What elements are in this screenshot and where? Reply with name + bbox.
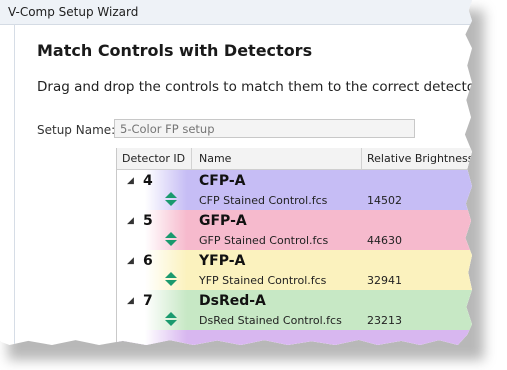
relative-brightness-value: 23213 (367, 314, 402, 327)
content-frame-edge (14, 24, 15, 345)
detector-name: YFP-A (199, 253, 246, 269)
drag-handle-icon[interactable] (164, 192, 178, 206)
detector-group[interactable]: ◢ 5 GFP-A GFP Stained Control.fcs 44630 (117, 210, 472, 250)
detector-id: 6 (143, 253, 153, 269)
drag-handle-icon[interactable] (164, 272, 178, 286)
detector-id: 5 (143, 213, 153, 229)
window-title: V-Comp Setup Wizard (8, 5, 139, 19)
setup-name-input[interactable] (114, 119, 415, 138)
relative-brightness-value: 32941 (367, 274, 402, 287)
collapse-triangle-icon[interactable]: ◢ (127, 176, 134, 186)
detector-grid: Detector ID Name Relative Brightness ◢ 4 C… (116, 148, 472, 345)
setup-wizard-window: V-Comp Setup Wizard Match Controls with … (0, 0, 472, 345)
detector-group[interactable]: ◢ 7 DsRed-A DsRed Stained Control.fcs 23213 (117, 290, 472, 330)
relative-brightness-value: 44630 (367, 234, 402, 247)
relative-brightness-value: 14502 (367, 194, 402, 207)
collapse-triangle-icon[interactable]: ◢ (127, 216, 134, 226)
page-instructions: Drag and drop the controls to match them… (37, 79, 472, 95)
detector-name: GFP-A (199, 213, 247, 229)
collapse-triangle-icon[interactable]: ◢ (127, 296, 134, 306)
setup-name-label: Setup Name: (37, 123, 116, 137)
drag-handle-icon[interactable] (164, 312, 178, 326)
detector-name: DsRed-A (199, 293, 266, 309)
detector-name: CFP-A (199, 173, 246, 189)
control-file-name[interactable]: CFP Stained Control.fcs (199, 194, 327, 207)
column-header-relative-brightness[interactable]: Relative Brightness (367, 152, 472, 165)
detector-group[interactable]: ◢ 6 YFP-A YFP Stained Control.fcs 32941 (117, 250, 472, 290)
control-file-name[interactable]: GFP Stained Control.fcs (199, 234, 328, 247)
drag-handle-icon[interactable] (164, 232, 178, 246)
control-file-name[interactable]: DsRed Stained Control.fcs (199, 314, 342, 327)
column-header-detector-id[interactable]: Detector ID (122, 152, 185, 165)
title-bar: V-Comp Setup Wizard (0, 0, 472, 25)
detector-group[interactable]: ◢ 4 CFP-A CFP Stained Control.fcs 14502 (117, 170, 472, 210)
control-file-name[interactable]: YFP Stained Control.fcs (199, 274, 326, 287)
page-heading: Match Controls with Detectors (37, 41, 313, 60)
collapse-triangle-icon[interactable]: ◢ (127, 256, 134, 266)
column-header-name[interactable]: Name (199, 152, 231, 165)
detector-id: 7 (143, 293, 153, 309)
column-separator[interactable] (191, 148, 192, 169)
column-separator[interactable] (361, 148, 362, 169)
grid-header: Detector ID Name Relative Brightness (117, 148, 472, 170)
detector-id: 4 (143, 173, 153, 189)
